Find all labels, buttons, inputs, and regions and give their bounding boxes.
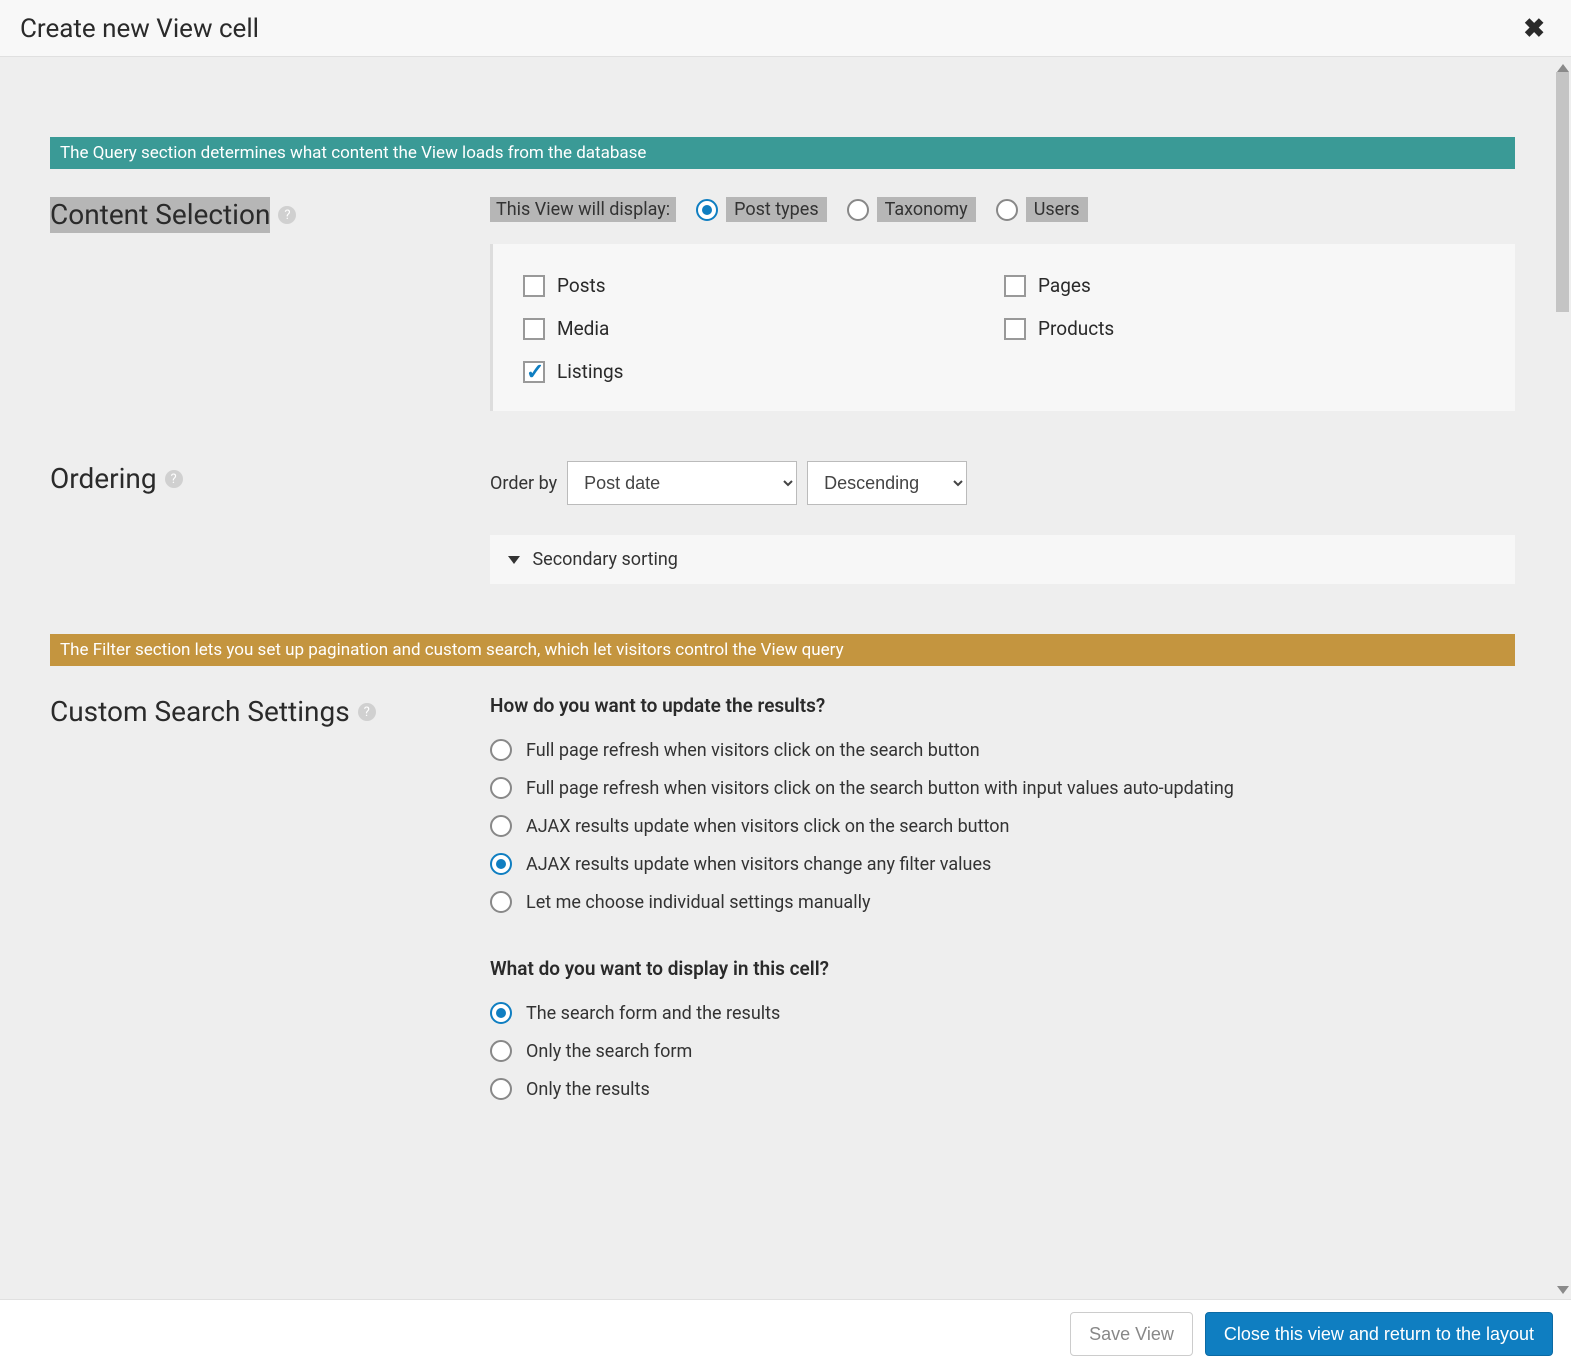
modal-dialog: Create new View cell ✖ The Query section… bbox=[0, 0, 1571, 1368]
order-by-select[interactable]: Post date bbox=[567, 461, 797, 505]
checkbox[interactable] bbox=[523, 361, 545, 383]
update-option[interactable]: AJAX results update when visitors click … bbox=[490, 815, 1515, 837]
checkbox[interactable] bbox=[523, 275, 545, 297]
help-icon[interactable]: ? bbox=[165, 470, 183, 488]
post-types-box: Posts Pages Media bbox=[490, 244, 1515, 411]
content-selection-section: Content Selection ? This View will displ… bbox=[50, 197, 1515, 411]
radio[interactable] bbox=[490, 777, 512, 799]
update-option[interactable]: Let me choose individual settings manual… bbox=[490, 891, 1515, 913]
help-icon[interactable]: ? bbox=[278, 206, 296, 224]
secondary-sort-toggle[interactable]: Secondary sorting bbox=[490, 535, 1515, 584]
modal-footer: Save View Close this view and return to … bbox=[0, 1299, 1571, 1368]
update-results-heading: How do you want to update the results? bbox=[490, 694, 1515, 717]
display-option[interactable]: The search form and the results bbox=[490, 1002, 1515, 1024]
post-type-media[interactable]: Media bbox=[523, 317, 1004, 340]
section-heading-ordering: Ordering bbox=[50, 461, 157, 497]
radio[interactable] bbox=[490, 739, 512, 761]
display-options-list: The search form and the results Only the… bbox=[490, 1002, 1515, 1100]
post-type-products[interactable]: Products bbox=[1004, 317, 1485, 340]
section-heading-custom-search: Custom Search Settings bbox=[50, 694, 350, 730]
post-type-pages[interactable]: Pages bbox=[1004, 274, 1485, 297]
checkbox[interactable] bbox=[1004, 318, 1026, 340]
order-row: Order by Post date Descending bbox=[490, 461, 1515, 505]
post-type-posts[interactable]: Posts bbox=[523, 274, 1004, 297]
radio[interactable] bbox=[490, 853, 512, 875]
update-option[interactable]: Full page refresh when visitors click on… bbox=[490, 777, 1515, 799]
modal-header: Create new View cell ✖ bbox=[0, 0, 1571, 57]
custom-search-section: Custom Search Settings ? How do you want… bbox=[50, 694, 1515, 1100]
order-direction-select[interactable]: Descending bbox=[807, 461, 967, 505]
section-heading-content-selection: Content Selection bbox=[50, 197, 270, 233]
mode-radio[interactable] bbox=[696, 199, 718, 221]
mode-option-taxonomy[interactable]: Taxonomy bbox=[847, 197, 976, 222]
scroll-thumb[interactable] bbox=[1556, 72, 1569, 312]
radio[interactable] bbox=[490, 891, 512, 913]
radio[interactable] bbox=[490, 1040, 512, 1062]
update-option[interactable]: AJAX results update when visitors change… bbox=[490, 853, 1515, 875]
modal-title: Create new View cell bbox=[20, 14, 259, 44]
save-view-button[interactable]: Save View bbox=[1070, 1312, 1193, 1356]
display-option[interactable]: Only the search form bbox=[490, 1040, 1515, 1062]
update-option[interactable]: Full page refresh when visitors click on… bbox=[490, 739, 1515, 761]
scroll-up-icon[interactable] bbox=[1557, 64, 1569, 72]
display-option[interactable]: Only the results bbox=[490, 1078, 1515, 1100]
display-mode-row: This View will display: Post types Taxon… bbox=[490, 197, 1515, 222]
scroll-area[interactable]: The Query section determines what conten… bbox=[0, 57, 1571, 1299]
checkbox[interactable] bbox=[1004, 275, 1026, 297]
mode-option-post-types[interactable]: Post types bbox=[696, 197, 827, 222]
chevron-down-icon bbox=[508, 556, 520, 564]
mode-option-users[interactable]: Users bbox=[996, 197, 1088, 222]
vertical-scrollbar[interactable] bbox=[1554, 60, 1571, 1298]
mode-radio[interactable] bbox=[847, 199, 869, 221]
query-banner: The Query section determines what conten… bbox=[50, 137, 1515, 169]
display-cell-heading: What do you want to display in this cell… bbox=[490, 957, 1515, 980]
radio[interactable] bbox=[490, 1002, 512, 1024]
radio[interactable] bbox=[490, 815, 512, 837]
scroll-down-icon[interactable] bbox=[1557, 1286, 1569, 1294]
update-options-list: Full page refresh when visitors click on… bbox=[490, 739, 1515, 913]
display-label: This View will display: bbox=[490, 197, 676, 222]
ordering-section: Ordering ? Order by Post date Descending bbox=[50, 461, 1515, 584]
scroll-track[interactable] bbox=[1554, 72, 1571, 1286]
mode-radio[interactable] bbox=[996, 199, 1018, 221]
checkbox[interactable] bbox=[523, 318, 545, 340]
order-by-label: Order by bbox=[490, 473, 557, 494]
radio[interactable] bbox=[490, 1078, 512, 1100]
post-type-listings[interactable]: Listings bbox=[523, 360, 1004, 383]
help-icon[interactable]: ? bbox=[358, 703, 376, 721]
filter-banner: The Filter section lets you set up pagin… bbox=[50, 634, 1515, 666]
close-icon[interactable]: ✖ bbox=[1517, 14, 1551, 44]
close-view-button[interactable]: Close this view and return to the layout bbox=[1205, 1312, 1553, 1356]
